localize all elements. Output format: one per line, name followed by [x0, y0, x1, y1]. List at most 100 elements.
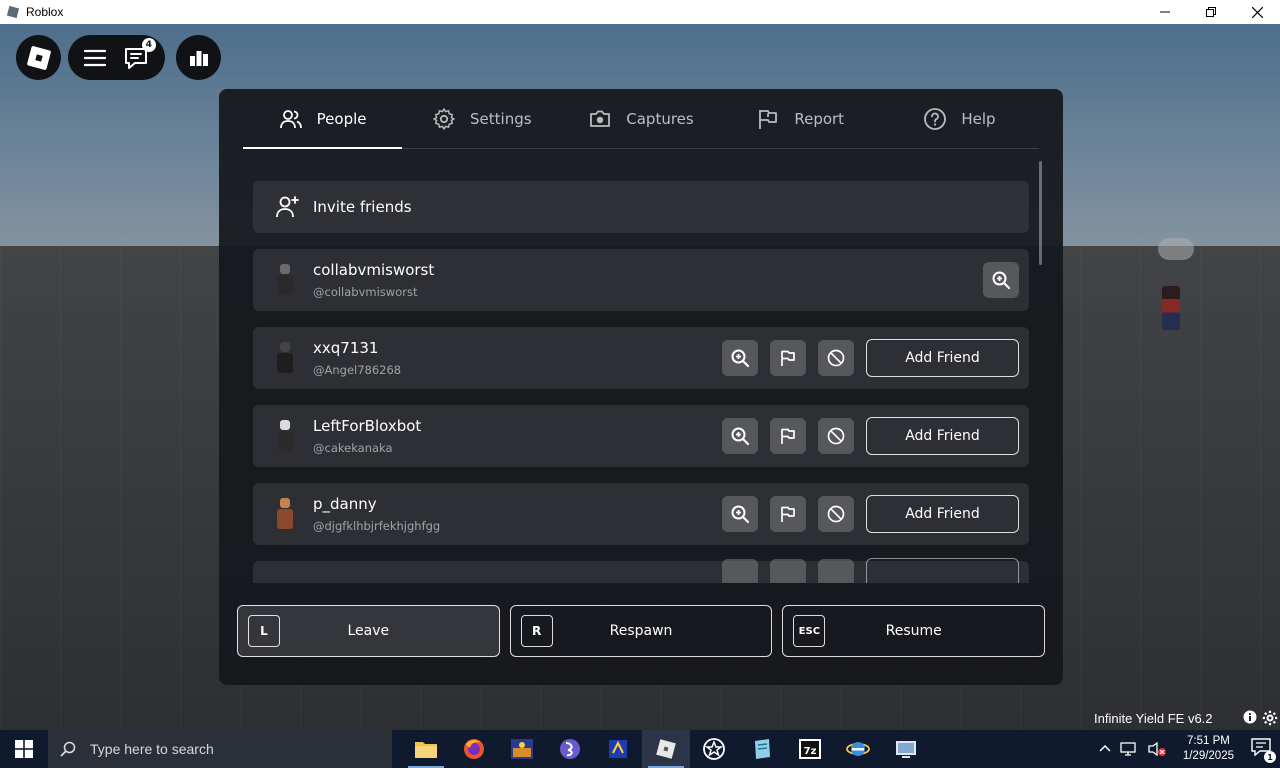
zoom-icon [992, 271, 1011, 290]
people-icon [279, 109, 302, 128]
report-player-button[interactable] [770, 496, 806, 532]
roblox-menu-button[interactable] [16, 35, 61, 80]
internet-explorer-icon [846, 742, 870, 756]
firefox-icon [464, 739, 484, 759]
player-display-name: LeftForBloxbot [313, 417, 422, 435]
tab-captures[interactable]: Captures [561, 89, 720, 148]
add-friend-button[interactable]: Add Friend [866, 495, 1019, 533]
blue-app-icon [609, 740, 627, 758]
player-list-scrollbar[interactable] [1039, 161, 1042, 265]
start-button[interactable] [0, 730, 48, 768]
player-row[interactable]: xxq7131 @Angel786268 Add Friend [253, 327, 1029, 389]
player-row[interactable]: collabvmisworst @collabvmisworst [253, 249, 1029, 311]
taskbar-search[interactable]: Type here to search [48, 730, 392, 768]
zoom-icon [731, 427, 750, 446]
taskbar-internet-explorer[interactable] [834, 730, 882, 768]
close-button[interactable] [1234, 0, 1280, 24]
network-icon[interactable] [1119, 741, 1139, 757]
minimize-button[interactable] [1142, 0, 1188, 24]
taskbar-app-4[interactable] [546, 730, 594, 768]
seven-zip-icon: 7z [799, 739, 821, 759]
resume-button[interactable]: ESC Resume [782, 605, 1046, 657]
taskbar-app-5[interactable] [594, 730, 642, 768]
add-friend-button[interactable] [866, 558, 1019, 583]
roblox-logo-icon [26, 45, 51, 70]
player-row[interactable]: LeftForBloxbot @cakekanaka Add Friend [253, 405, 1029, 467]
player-username: @collabvmisworst [313, 285, 418, 299]
window-title: Roblox [26, 5, 64, 19]
keycap-respawn: R [520, 615, 553, 647]
menu-tabs: People Settings Captures Report Help [243, 89, 1039, 149]
bottom-actions: L Leave R Respawn ESC Resume [237, 605, 1046, 657]
search-placeholder: Type here to search [90, 741, 214, 757]
tab-label: Settings [470, 109, 532, 128]
hamburger-menu-icon[interactable] [83, 48, 107, 68]
window-titlebar: Roblox [0, 0, 1280, 24]
player-row-partial[interactable] [253, 558, 1029, 583]
block-player-button[interactable] [818, 496, 854, 532]
report-player-button[interactable] [770, 340, 806, 376]
report-player-button[interactable] [770, 559, 806, 583]
zoom-icon [731, 505, 750, 524]
taskbar-app-7[interactable] [690, 730, 738, 768]
maximize-button[interactable] [1188, 0, 1234, 24]
tab-people[interactable]: People [243, 89, 403, 149]
inspect-button[interactable] [722, 496, 758, 532]
folder-icon [415, 742, 437, 758]
taskbar-app-3[interactable] [498, 730, 546, 768]
purple-app-icon [560, 739, 580, 759]
star-circle-icon [703, 738, 725, 760]
invite-friends-button[interactable]: Invite friends [253, 181, 1029, 233]
taskbar-app-11[interactable] [882, 730, 930, 768]
flag-icon [781, 506, 795, 522]
player-avatar [273, 496, 297, 532]
leaderboard-button[interactable] [176, 35, 221, 80]
notification-center-button[interactable]: 1 [1250, 737, 1276, 763]
add-friend-button[interactable]: Add Friend [866, 417, 1019, 455]
block-player-button[interactable] [818, 340, 854, 376]
inspect-button[interactable] [722, 559, 758, 583]
player-display-name: xxq7131 [313, 339, 379, 357]
speaker-muted-icon[interactable] [1147, 741, 1167, 757]
gear-icon[interactable] [1262, 710, 1278, 726]
tab-help[interactable]: Help [880, 89, 1039, 148]
block-icon [827, 505, 845, 523]
tab-report[interactable]: Report [721, 89, 880, 148]
inspect-button[interactable] [722, 340, 758, 376]
leaderboard-icon [189, 50, 208, 66]
flag-icon [781, 350, 795, 366]
tab-settings[interactable]: Settings [402, 89, 561, 148]
camera-icon [590, 110, 611, 127]
inspect-button[interactable] [722, 418, 758, 454]
tab-label: Captures [626, 109, 694, 128]
taskbar-app-8[interactable] [738, 730, 786, 768]
notification-count: 1 [1264, 751, 1276, 763]
player-row[interactable]: p_danny @djgfklhbjrfekhjghfgg Add Friend [253, 483, 1029, 545]
taskbar-apps: 7z [402, 730, 930, 768]
chevron-up-icon[interactable] [1099, 743, 1111, 755]
leave-button[interactable]: L Leave [237, 605, 500, 657]
taskbar-file-explorer[interactable] [402, 730, 450, 768]
taskbar-7zip[interactable]: 7z [786, 730, 834, 768]
taskbar-clock[interactable]: 7:51 PM 1/29/2025 [1183, 734, 1234, 764]
tab-label: Report [794, 109, 845, 128]
respawn-button[interactable]: R Respawn [509, 605, 773, 657]
top-bar-pill: 4 [68, 35, 165, 80]
infinite-yield-label: Infinite Yield FE v6.2 [1094, 711, 1213, 726]
info-icon[interactable] [1243, 710, 1257, 724]
player-username: @djgfklhbjrfekhjghfgg [313, 519, 441, 533]
player-list: Invite friends collabvmisworst @collabvm… [253, 181, 1029, 583]
search-icon [60, 741, 76, 757]
inspect-button[interactable] [983, 262, 1019, 298]
block-icon [827, 349, 845, 367]
block-player-button[interactable] [818, 559, 854, 583]
block-player-button[interactable] [818, 418, 854, 454]
keycap-resume: ESC [793, 615, 826, 647]
player-avatar [273, 262, 297, 298]
report-player-button[interactable] [770, 418, 806, 454]
chat-button[interactable]: 4 [122, 37, 156, 72]
taskbar-roblox[interactable] [642, 730, 690, 768]
add-friend-button[interactable]: Add Friend [866, 339, 1019, 377]
network-app-icon [896, 741, 916, 758]
taskbar-firefox[interactable] [450, 730, 498, 768]
